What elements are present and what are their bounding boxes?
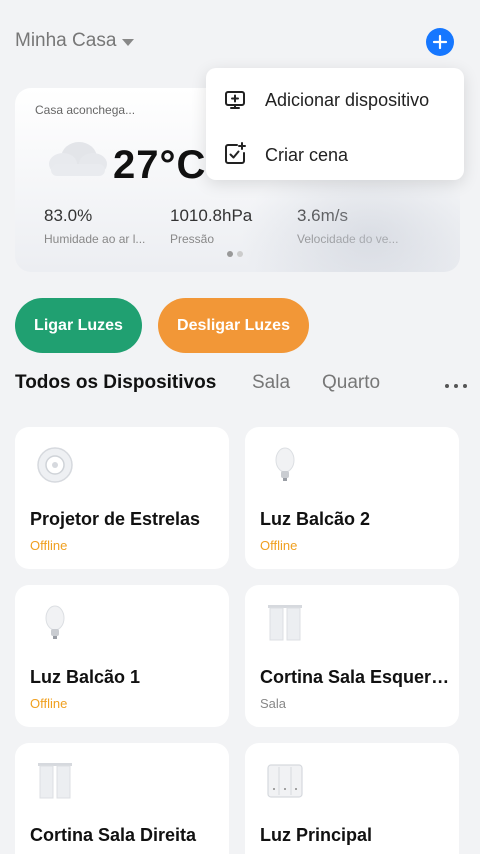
add-button[interactable] [426, 28, 454, 56]
room-tabs: Todos os Dispositivos Sala Quarto [15, 372, 467, 398]
menu-item-create-scene[interactable]: Criar cena [206, 128, 464, 178]
device-card[interactable]: Luz Balcão 2 Offline [245, 427, 459, 569]
tab-sala[interactable]: Sala [252, 372, 290, 394]
device-name: Projetor de Estrelas [30, 509, 201, 529]
weather-home-label: Casa aconchega... [35, 103, 136, 117]
device-name: Cortina Sala Esquerda [260, 667, 450, 687]
lights-on-scene-button[interactable]: Ligar Luzes [15, 298, 142, 353]
home-selector[interactable]: Minha Casa [15, 30, 135, 52]
device-status: Offline [260, 538, 298, 553]
temperature: 27°C [113, 143, 207, 187]
menu-item-label: Criar cena [265, 145, 349, 165]
device-name: Cortina Sala Direita [30, 825, 197, 845]
humidity-value: 83.0% [44, 206, 93, 225]
device-status: Sala [260, 696, 287, 711]
add-menu-popup: Adicionar dispositivo Criar cena [206, 68, 464, 180]
device-name: Luz Balcão 1 [30, 667, 141, 687]
humidity-label: Humidade ao ar l... [44, 232, 146, 246]
plus-icon [432, 34, 448, 50]
curtain-icon [38, 763, 72, 799]
home-name: Minha Casa [15, 30, 117, 51]
device-name: Luz Principal [260, 825, 373, 845]
menu-item-add-device[interactable]: Adicionar dispositivo [206, 73, 464, 123]
pressure-label: Pressão [170, 232, 215, 246]
wind-stat: 3.6m/s Velocidade do ve... [297, 206, 398, 246]
star-projector-icon [37, 447, 73, 483]
more-icon[interactable] [445, 384, 467, 388]
carousel-dots [227, 251, 243, 257]
cloud-icon [49, 142, 107, 176]
device-status: Offline [30, 538, 68, 553]
device-card[interactable]: Luz Principal [245, 743, 459, 854]
create-scene-icon [225, 142, 246, 164]
device-card[interactable]: Cortina Sala Esquerda Sala [245, 585, 459, 727]
wind-value: 3.6m/s [297, 206, 349, 225]
lights-off-scene-button[interactable]: Desligar Luzes [158, 298, 309, 353]
device-name: Luz Balcão 2 [260, 509, 371, 529]
light-bulb-icon [45, 605, 65, 639]
light-bulb-icon [275, 447, 295, 481]
device-card[interactable]: Cortina Sala Direita [15, 743, 229, 854]
add-device-icon [225, 91, 245, 109]
humidity-stat: 83.0% Humidade ao ar l... [44, 206, 145, 246]
wall-switch-icon [267, 764, 303, 798]
pressure-stat: 1010.8hPa Pressão [170, 206, 252, 246]
pressure-value: 1010.8hPa [170, 206, 253, 225]
tab-all-devices[interactable]: Todos os Dispositivos [15, 372, 216, 394]
menu-item-label: Adicionar dispositivo [265, 90, 430, 110]
carousel-dot [237, 251, 243, 257]
device-status: Offline [30, 696, 68, 711]
caret-down-icon [122, 38, 135, 46]
tab-quarto[interactable]: Quarto [322, 372, 380, 394]
carousel-dot [227, 251, 233, 257]
wind-label: Velocidade do ve... [297, 232, 399, 246]
device-card[interactable]: Luz Balcão 1 Offline [15, 585, 229, 727]
curtain-icon [268, 605, 302, 641]
device-card[interactable]: Projetor de Estrelas Offline [15, 427, 229, 569]
